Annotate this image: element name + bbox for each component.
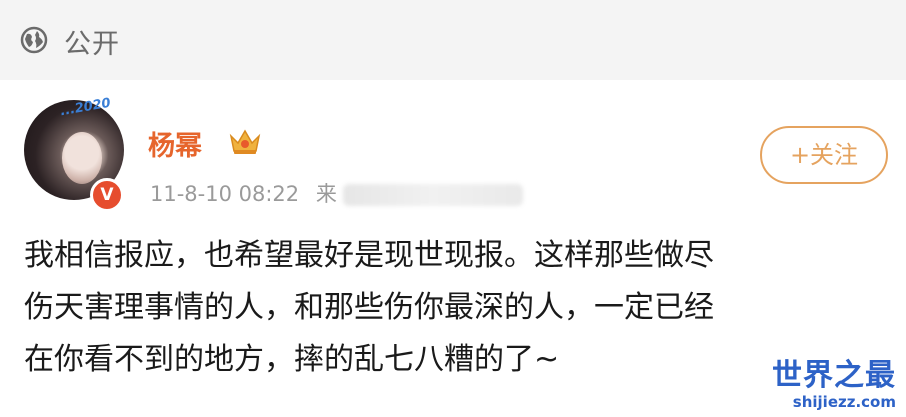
verified-badge: V <box>90 178 124 212</box>
globe-icon <box>20 26 48 54</box>
watermark-title: 世界之最 <box>772 358 896 393</box>
post-meta: 11-8-10 08:22 来 <box>150 178 523 208</box>
visibility-label: 公开 <box>64 29 120 60</box>
author-name[interactable]: 杨幂 <box>148 124 202 163</box>
visibility-bar: 公开 <box>0 0 906 80</box>
post-source-prefix: 来 <box>315 182 337 206</box>
post-timestamp: 11-8-10 08:22 <box>150 182 300 206</box>
site-watermark: 世界之最 shijiezz.com <box>746 358 896 412</box>
follow-button[interactable]: +关注 <box>760 126 888 184</box>
blurred-source <box>342 184 523 206</box>
crown-icon <box>229 129 261 154</box>
watermark-url: shijiezz.com <box>792 393 896 411</box>
